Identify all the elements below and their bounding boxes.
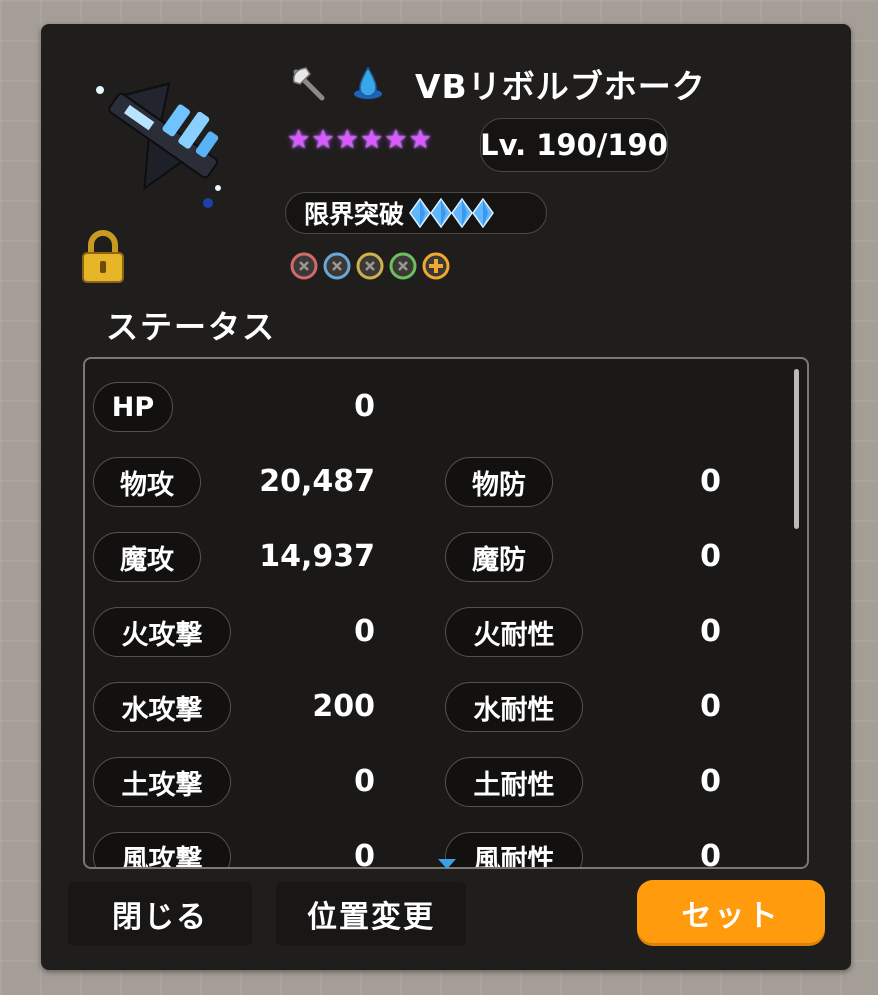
stat-value: 0 [700,689,721,724]
stat-value: 0 [354,389,375,424]
stat-label: 土耐性 [445,757,583,807]
limit-break-label: 限界突破 [304,200,405,229]
status-title: ステータス [106,308,277,346]
water-drop-icon [354,66,382,99]
weapon-image [96,82,221,208]
diamond-icon [409,198,431,228]
stat-value: 0 [700,764,721,799]
stat-row: 火攻撃 0 火耐性 0 [85,607,785,667]
stat-value: 14,937 [259,539,375,574]
slot-green-empty-icon[interactable] [389,252,417,280]
stat-row: 土攻撃 0 土耐性 0 [85,757,785,817]
star-icon: ★ [384,125,408,155]
stat-label: 土攻撃 [93,757,231,807]
stat-value: 0 [354,839,375,869]
stat-label: HP [93,382,173,432]
star-icon: ★ [287,125,311,155]
stat-label: 魔攻 [93,532,201,582]
scrollbar[interactable] [794,369,799,529]
close-button[interactable]: 閉じる [68,882,252,946]
diamond-icon [430,198,452,228]
diamond-icon [472,198,494,228]
star-icon: ★ [335,125,359,155]
axe-icon [293,67,325,101]
stat-row: 風攻撃 0 風耐性 0 [85,832,785,869]
stat-label: 物防 [445,457,553,507]
stat-label: 物攻 [93,457,201,507]
stat-row: 魔攻 14,937 魔防 0 [85,532,785,592]
stat-value: 20,487 [259,464,375,499]
diamond-icon [451,198,473,228]
limit-break-diamonds [409,198,494,228]
set-button[interactable]: セット [637,880,825,946]
stat-label: 火攻撃 [93,607,231,657]
star-icon: ★ [408,125,432,155]
stat-value: 0 [700,539,721,574]
slot-blue-empty-icon[interactable] [323,252,351,280]
stat-value: 0 [354,764,375,799]
star-icon: ★ [359,125,384,155]
stat-label: 水耐性 [445,682,583,732]
status-list[interactable]: HP 0 物攻 20,487 物防 0 魔攻 14,937 魔防 0 火攻撃 0 火耐性 0 水攻撃 20… [83,357,809,869]
stat-value: 0 [700,614,721,649]
scroll-down-icon[interactable] [438,859,456,869]
slot-yellow-empty-icon[interactable] [356,252,384,280]
star-icon: ★ [311,125,335,155]
stat-row: 物攻 20,487 物防 0 [85,457,785,517]
stat-label: 水攻撃 [93,682,231,732]
stat-label: 火耐性 [445,607,583,657]
slot-red-empty-icon[interactable] [290,252,318,280]
limit-break-badge: 限界突破 [285,192,547,234]
stat-label: 風攻撃 [93,832,231,867]
stat-value: 0 [354,614,375,649]
move-position-button[interactable]: 位置変更 [276,882,466,946]
slot-add-icon[interactable] [422,252,450,280]
rarity-stars: ★ ★ ★ ★ ★ ★ [287,126,432,154]
stat-value: 200 [312,689,375,724]
stat-label: 魔防 [445,532,553,582]
level-badge: Lv. 190/190 [480,118,668,172]
stat-row: 水攻撃 200 水耐性 0 [85,682,785,742]
stat-value: 0 [700,839,721,869]
equipment-slots [290,252,450,280]
weapon-name: VBリボルブホーク [415,67,706,106]
stat-row-hp: HP 0 [85,382,785,442]
stat-value: 0 [700,464,721,499]
lock-icon[interactable] [80,230,126,284]
stat-label: 風耐性 [445,832,583,867]
